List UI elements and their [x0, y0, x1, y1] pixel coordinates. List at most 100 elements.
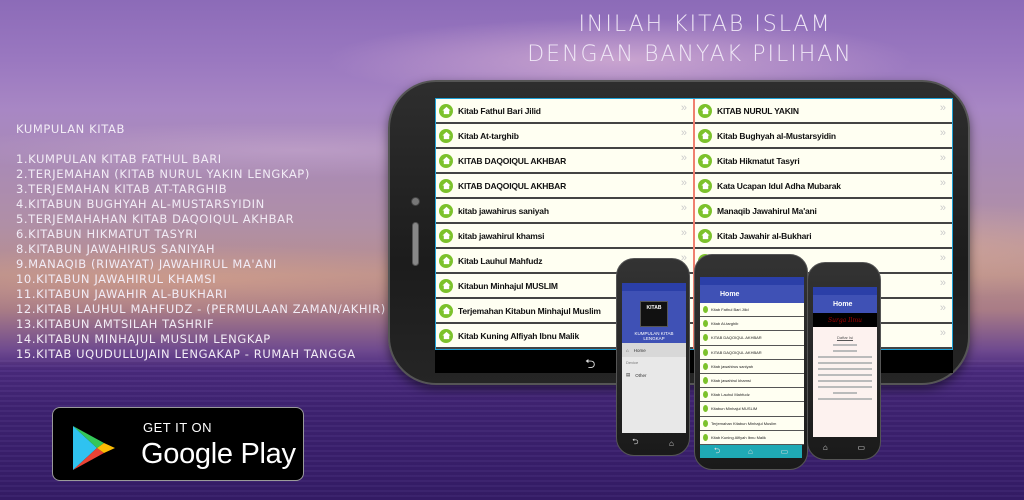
list-row[interactable]: Kitab Bughyah al-Mustarsyidin » [695, 124, 952, 149]
home-icon [698, 203, 712, 218]
row-label: Kitab At-targhib [711, 321, 739, 327]
row-label: Kitab Lauhul Mahfudz [458, 255, 543, 266]
chevron-right-icon: » [939, 177, 946, 189]
row-label: KITAB DAQOIQUL AKHBAR [711, 349, 762, 355]
home-nav-icon[interactable]: ⌂ [669, 439, 674, 448]
mini-list: Kitab Fathul Bari Jilid Kitab At-targhib K… [700, 303, 804, 445]
row-label: KITAB DAQOIQUL AKHBAR [458, 155, 567, 166]
kitab-list-item: 6.KITABUN HIKMATUT TASYRI [16, 227, 198, 241]
kitab-list-item: 2.TERJEMAHAN (KITAB NURUL YAKIN LENGKAP) [16, 167, 310, 181]
home-icon [439, 178, 453, 193]
row-label: Kata Ucapan Idul Adha Mubarak [717, 180, 841, 191]
home-icon [698, 153, 712, 168]
drawer-section-label: Device [626, 360, 639, 365]
status-bar [813, 287, 877, 295]
list-row[interactable]: KITAB DAQOIQUL AKHBAR [700, 345, 804, 360]
list-row[interactable]: Kata Ucapan Idul Adha Mubarak » [695, 174, 952, 199]
text-line [818, 368, 872, 370]
home-icon [703, 348, 708, 356]
reader-banner: Surga Ilmu [813, 313, 877, 327]
headline: INILAH KITAB ISLAM DENGAN BANYAK PILIHAN [500, 10, 880, 70]
chevron-right-icon: » [680, 102, 687, 114]
reader-page-title: Daftar Isi [836, 335, 853, 340]
home-icon [703, 334, 708, 342]
back-icon[interactable]: ⮌ [714, 445, 720, 459]
back-icon[interactable]: ⮌ [632, 436, 638, 450]
text-line [818, 380, 872, 382]
row-label: Kitab jawahirus saniyah [711, 363, 754, 369]
list-row[interactable]: kitab jawahirul khamsi » [436, 224, 693, 249]
app-logo: KITAB [640, 301, 668, 327]
list-row[interactable]: Kitab Jawahir al-Bukhari » [695, 224, 952, 249]
list-row[interactable]: Kitabun Minhajul MUSLIM [700, 402, 804, 417]
home-icon [698, 128, 712, 143]
home-nav-icon[interactable]: ⌂ [748, 447, 753, 456]
kitab-list-item: 9.MANAQIB (RIWAYAT) JAWAHIRUL MA'ANI [16, 257, 277, 271]
list-row[interactable]: Kitab Kuning Alfiyah Ibnu Malik [700, 430, 804, 445]
list-row[interactable]: Kitab At-targhib [700, 317, 804, 332]
kitab-list-item: 13.KITABUN AMTSILAH TASHRIF [16, 317, 215, 331]
list-row[interactable]: Kitab Fathul Bari Jilid [700, 303, 804, 318]
row-label: Kitab Lauhul Mahfudz [711, 392, 750, 398]
phone-list: Home Kitab Fathul Bari Jilid Kitab At-tar… [694, 254, 808, 470]
text-line [818, 362, 872, 364]
device-icon: ▤ [626, 372, 631, 377]
recents-icon[interactable]: ▭ [781, 447, 789, 456]
list-row[interactable]: Manaqib Jawahirul Ma'ani » [695, 199, 952, 224]
home-icon [439, 153, 453, 168]
camera [411, 197, 420, 206]
status-bar [700, 277, 804, 285]
row-label: Kitab Fathul Bari Jilid [711, 307, 749, 313]
list-row[interactable]: Terjemahan Kitabun Minhajul Muslim [700, 416, 804, 431]
row-label: KITAB NURUL YAKIN [717, 105, 799, 116]
home-icon [703, 377, 708, 385]
list-row[interactable]: Kitab At-targhib » [436, 124, 693, 149]
home-icon [439, 128, 453, 143]
list-row[interactable]: Kitab jawahirus saniyah [700, 359, 804, 374]
google-play-label: Google Play [141, 438, 296, 470]
home-icon [439, 203, 453, 218]
kitab-list-item: 8.KITABUN JAWAHIRUS SANIYAH [16, 242, 216, 256]
row-label: Kitab Hikmatut Tasyri [717, 155, 800, 166]
google-play-badge[interactable]: GET IT ON Google Play [52, 407, 304, 481]
kitab-list: KUMPULAN KITAB 1.KUMPULAN KITAB FATHUL B… [16, 122, 386, 362]
row-label: Kitab At-targhib [458, 130, 519, 141]
row-label: Kitab Kuning Alfiyah Ibnu Malik [711, 434, 766, 440]
home-icon [698, 228, 712, 243]
home-icon [703, 320, 708, 328]
chevron-right-icon: » [939, 277, 946, 289]
list-row[interactable]: kitab jawahirus saniyah » [436, 199, 693, 224]
drawer-item-other[interactable]: ▤ Other [622, 368, 686, 382]
list-row[interactable]: KITAB DAQOIQUL AKHBAR » [436, 174, 693, 199]
list-row[interactable]: Kitab Lauhul Mahfudz [700, 388, 804, 403]
app-bar: Home [813, 295, 877, 313]
home-icon [439, 253, 453, 268]
drawer-item-home[interactable]: ⌂ Home [622, 343, 686, 357]
chevron-right-icon: » [939, 202, 946, 214]
home-nav-icon[interactable]: ⌂ [823, 443, 828, 452]
recents-icon[interactable]: ▭ [858, 443, 866, 452]
list-row[interactable]: Kitab Fathul Bari Jilid » [436, 99, 693, 124]
kitab-list-item: 1.KUMPULAN KITAB FATHUL BARI [16, 152, 222, 166]
list-row[interactable]: KITAB DAQOIQUL AKHBAR [700, 331, 804, 346]
app-bar: Home [700, 285, 804, 303]
home-icon [703, 419, 708, 427]
list-row[interactable]: KITAB NURUL YAKIN » [695, 99, 952, 124]
row-label: Kitab Jawahir al-Bukhari [717, 230, 812, 241]
app-bar-title: Home [720, 290, 740, 298]
list-row[interactable]: Kitab Hikmatut Tasyri » [695, 149, 952, 174]
kitab-list-item: 10.KITABUN JAWAHIRUL KHAMSI [16, 272, 217, 286]
kitab-list-item: 3.TERJEMAHAN KITAB AT-TARGHIB [16, 182, 228, 196]
list-row[interactable]: KITAB DAQOIQUL AKHBAR » [436, 149, 693, 174]
kitab-list-item: 12.KITAB LAUHUL MAHFUDZ - (PERMULAAN ZAM… [16, 302, 386, 316]
chevron-right-icon: » [939, 227, 946, 239]
headline-line-1: INILAH KITAB ISLAM [578, 12, 832, 37]
app-bar-title: Home [833, 300, 853, 308]
drawer-item-label: Other [635, 372, 647, 378]
row-label: Kitab Fathul Bari Jilid [458, 105, 541, 116]
list-row[interactable]: Kitab jawahirul khamsi [700, 373, 804, 389]
back-icon[interactable]: ⮌ [585, 355, 595, 373]
home-icon [703, 405, 708, 413]
chevron-right-icon: » [680, 152, 687, 164]
row-label: Manaqib Jawahirul Ma'ani [717, 205, 817, 216]
